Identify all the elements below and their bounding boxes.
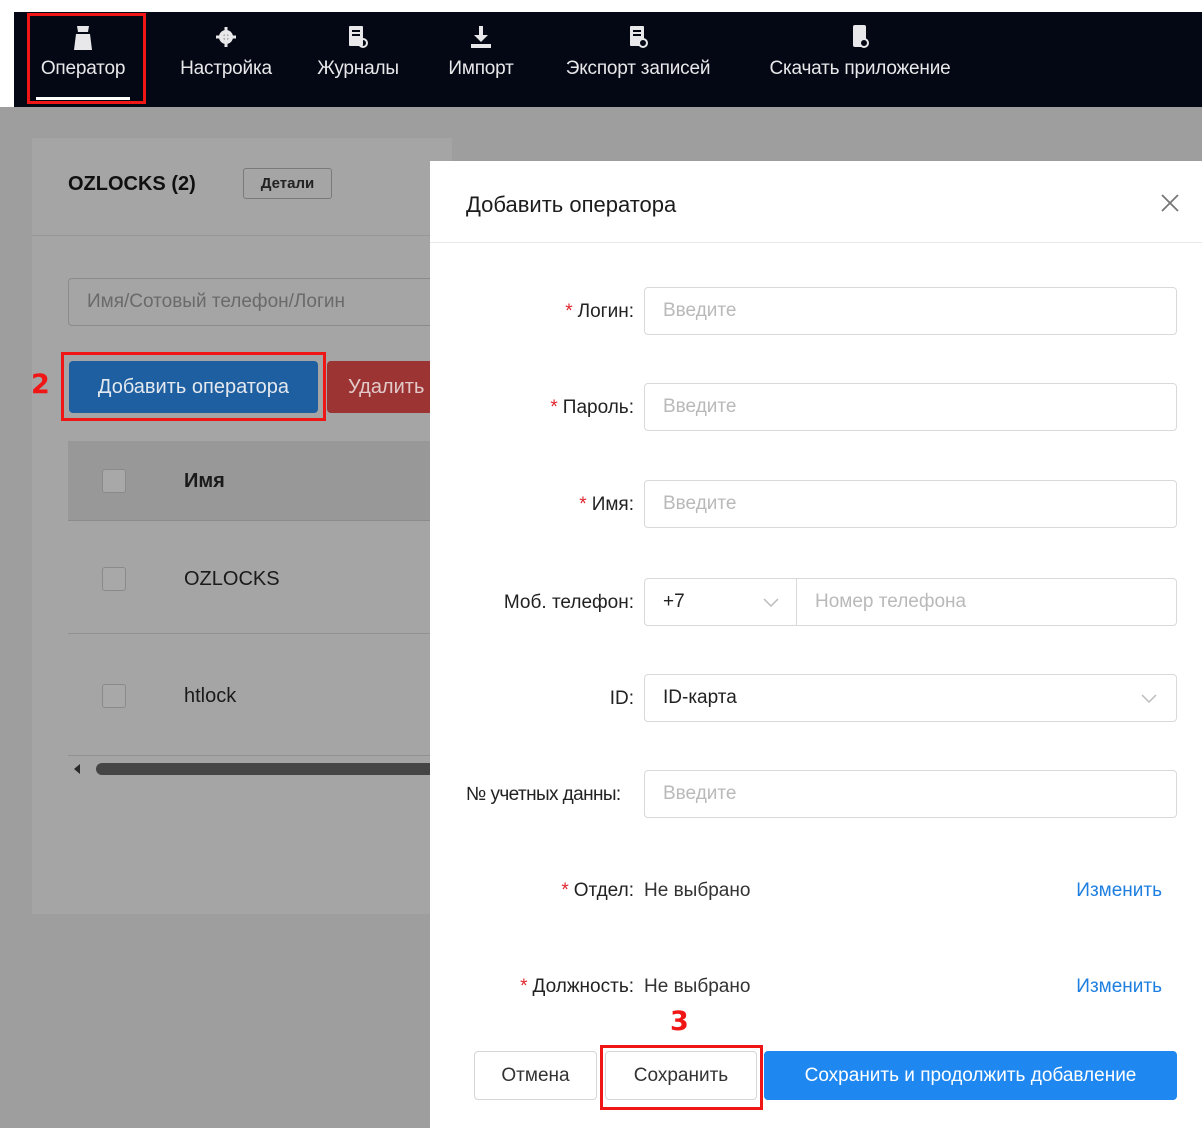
name-input[interactable]: Введите [644,480,1177,528]
nav-bar: Оператор Настройка Журналы Импорт Экспор… [14,12,1202,107]
column-header-name: Имя [184,470,225,492]
id-type-value: ID-карта [663,687,737,708]
drawer-header: Добавить оператора [430,161,1202,243]
phone-code-value: +7 [663,591,685,612]
delete-button[interactable]: Удалить [327,361,437,413]
row-checkbox[interactable] [102,567,126,591]
step-3-highlight [600,1045,763,1110]
row-name: OZLOCKS [184,568,280,590]
nav-item-settings[interactable]: Настройка [173,24,279,104]
phone-label: Моб. телефон: [503,592,634,613]
save-and-continue-button[interactable]: Сохранить и продолжить добавление [764,1051,1177,1100]
row-checkbox[interactable] [102,684,126,708]
close-icon[interactable] [1158,191,1182,215]
nav-item-download-app[interactable]: Скачать приложение [755,24,965,104]
top-navigation: Оператор Настройка Журналы Импорт Экспор… [0,0,1202,107]
position-value: Не выбрано [644,976,751,997]
table-row[interactable]: OZLOCKS [68,522,438,634]
password-input[interactable]: Введите [644,383,1177,431]
import-icon [471,26,491,48]
id-type-select[interactable]: ID-карта [644,674,1177,722]
credential-input[interactable]: Введите [644,770,1177,818]
department-label: * Отдел: [561,880,634,901]
login-label: * Логин: [565,301,634,322]
step-3-number: 3 [670,1006,689,1037]
phone-number-input[interactable]: Номер телефона [796,578,1177,626]
nav-item-label: Настройка [180,58,272,79]
phone-code-select[interactable]: +7 [644,578,797,626]
org-name: OZLOCKS [68,173,166,195]
credential-label: № учетных данны: [466,784,621,805]
add-operator-drawer: Добавить оператора * Логин: Введите * Паро… [430,161,1202,1128]
id-label: ID: [609,688,634,709]
drawer-title: Добавить оператора [466,192,677,217]
row-name: htlock [184,685,237,707]
chevron-down-icon [1141,694,1157,704]
download-app-icon [853,25,869,48]
table-row[interactable]: htlock [68,634,438,756]
step-2-number: 2 [31,369,50,400]
org-count: (2) [171,173,196,195]
scroll-left-icon[interactable] [74,764,80,774]
position-label: * Должность: [520,976,634,997]
org-title: OZLOCKS (2) [68,173,196,196]
export-icon [630,26,648,48]
chevron-down-icon [763,598,779,608]
logs-icon [349,26,368,48]
search-input[interactable]: Имя/Сотовый телефон/Логин [68,278,448,326]
nav-item-label: Импорт [448,58,514,79]
step-1-highlight [27,13,146,104]
nav-item-logs[interactable]: Журналы [310,24,406,104]
select-all-checkbox[interactable] [102,469,126,493]
department-value: Не выбрано [644,880,751,901]
table-header: Имя [68,441,438,521]
login-input[interactable]: Введите [644,287,1177,335]
nav-item-label: Журналы [317,58,399,79]
nav-item-label: Скачать приложение [769,58,951,79]
details-button[interactable]: Детали [243,168,332,199]
change-department-link[interactable]: Изменить [1076,880,1162,902]
nav-item-import[interactable]: Импорт [439,24,523,104]
horizontal-scrollbar[interactable] [68,760,441,778]
change-position-link[interactable]: Изменить [1076,976,1162,998]
gear-icon [216,27,236,47]
nav-item-label: Экспорт записей [565,58,711,79]
password-label: * Пароль: [550,397,634,418]
nav-item-export[interactable]: Экспорт записей [554,24,722,104]
scroll-thumb[interactable] [96,763,441,775]
cancel-button[interactable]: Отмена [474,1051,597,1100]
name-label: * Имя: [579,494,634,515]
step-2-highlight [61,352,326,421]
